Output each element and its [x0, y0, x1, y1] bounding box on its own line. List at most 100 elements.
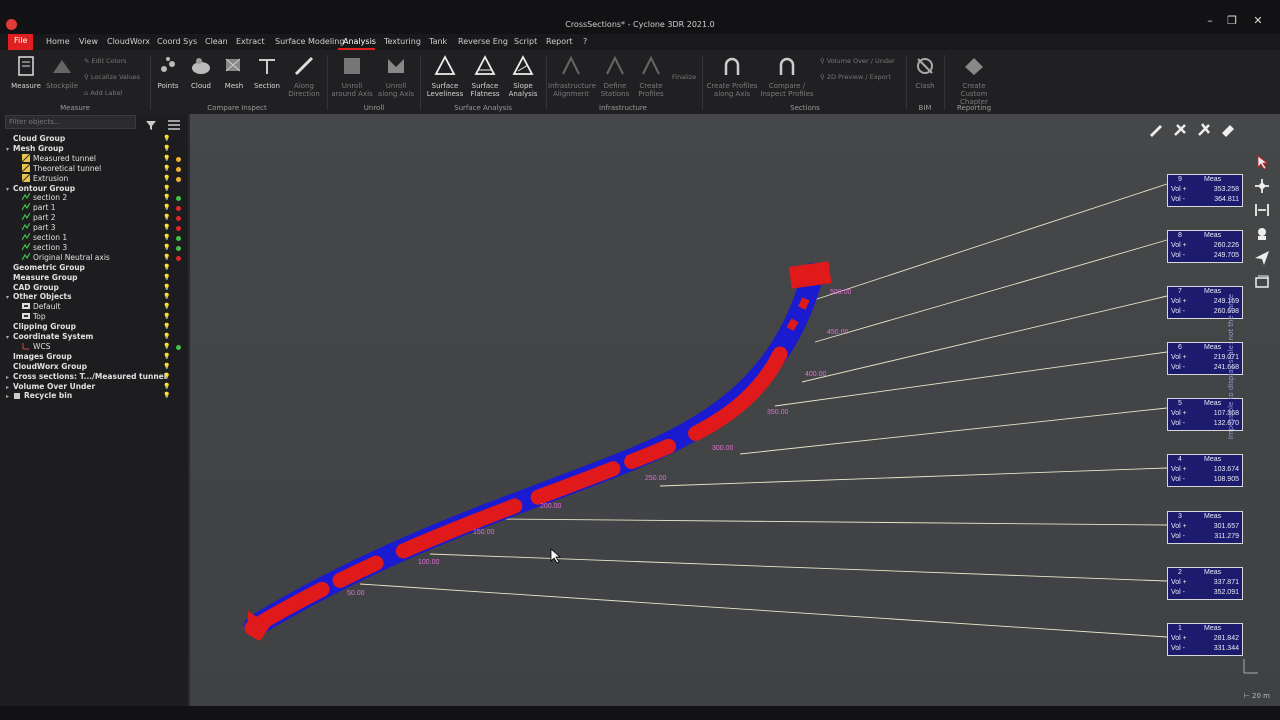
edit-tool-icon[interactable]	[1148, 121, 1164, 137]
visibility-bulb-icon[interactable]: 💡	[163, 383, 170, 390]
visibility-bulb-icon[interactable]: 💡	[163, 264, 170, 271]
create-profiles-button[interactable]: Create Profiles	[634, 55, 668, 98]
tree-item[interactable]: part 2	[22, 213, 56, 223]
measure-label-box[interactable]: 2 Meas Vol + 337.871 Vol - 352.091	[1167, 567, 1243, 600]
zoom-fit-icon[interactable]	[1254, 202, 1270, 218]
infrastructure-alignment-button[interactable]: Infrastructure Alignment	[548, 55, 596, 98]
tree-item[interactable]: section 1	[22, 233, 67, 243]
visibility-bulb-icon[interactable]: 💡	[163, 155, 170, 162]
minimize-button[interactable]: –	[1200, 14, 1220, 28]
menu-reverse-eng[interactable]: Reverse Eng	[458, 37, 508, 46]
visibility-bulb-icon[interactable]: 💡	[163, 274, 170, 281]
edit-colors-button[interactable]: ✎ Edit Colors	[84, 57, 127, 65]
tree-item[interactable]: Original Neutral axis	[22, 252, 110, 263]
2d-preview-export-button[interactable]: ⚲ 2D Preview / Export	[820, 73, 891, 81]
clip-tool-icon[interactable]	[1172, 121, 1188, 137]
filter-icon[interactable]	[145, 116, 157, 130]
tree-expand-icon[interactable]: ▾	[6, 145, 13, 155]
unroll-along-axis-button[interactable]: Unroll along Axis	[376, 55, 416, 98]
stockpile-button[interactable]: Stockpile	[46, 55, 78, 90]
tree-item[interactable]: WCS	[22, 342, 50, 352]
camera-tool-icon[interactable]	[1254, 226, 1270, 242]
measure-label-box[interactable]: 9 Meas Vol + 353.258 Vol - 364.811	[1167, 174, 1243, 207]
along-direction-button[interactable]: Along Direction	[286, 55, 322, 98]
3d-viewport[interactable]: 500.00 450.00 400.00 350.00 300.00 250.00 200.…	[190, 114, 1280, 706]
menu-surface-modeling[interactable]: Surface Modeling	[275, 37, 344, 46]
menu-clean[interactable]: Clean	[205, 37, 228, 46]
visibility-bulb-icon[interactable]: 💡	[163, 224, 170, 231]
tree-item[interactable]: section 3	[22, 242, 67, 253]
tree-item[interactable]: Extrusion	[22, 173, 68, 184]
create-profiles-along-axis-button[interactable]: Create Profiles along Axis	[706, 55, 758, 98]
filter-objects-input[interactable]	[5, 115, 136, 129]
define-stations-button[interactable]: Define Stations	[598, 55, 632, 98]
volume-over-under-button[interactable]: ⚲ Volume Over / Under	[820, 57, 895, 65]
menu-home[interactable]: Home	[46, 37, 70, 46]
visibility-bulb-icon[interactable]: 💡	[163, 353, 170, 360]
visibility-bulb-icon[interactable]: 💡	[163, 194, 170, 201]
surface-leveliness-button[interactable]: Surface Leveliness	[424, 55, 466, 98]
visibility-bulb-icon[interactable]: 💡	[163, 254, 170, 261]
tree-expand-icon[interactable]: ▾	[6, 185, 13, 195]
visibility-bulb-icon[interactable]: 💡	[163, 145, 170, 152]
tree-item[interactable]: Top	[22, 312, 46, 322]
tree-expand-icon[interactable]: ▾	[6, 293, 13, 303]
visibility-bulb-icon[interactable]: 💡	[163, 303, 170, 310]
tree-item[interactable]: CloudWorx Group	[6, 362, 87, 372]
measure-button[interactable]: Measure	[8, 55, 44, 90]
menu-tank[interactable]: Tank	[429, 37, 447, 46]
select-tool-icon[interactable]	[1254, 154, 1270, 170]
menu-script[interactable]: Script	[514, 37, 537, 46]
tree-item[interactable]: part 3	[22, 223, 56, 233]
maximize-button[interactable]: ❐	[1222, 14, 1242, 28]
pan-tool-icon[interactable]	[1254, 178, 1270, 194]
compare-points-button[interactable]: Points	[154, 55, 182, 90]
compare-section-button[interactable]: Section	[253, 55, 281, 90]
clash-button[interactable]: Clash	[910, 55, 940, 90]
visibility-bulb-icon[interactable]: 💡	[163, 373, 170, 380]
menu-extract[interactable]: Extract	[236, 37, 265, 46]
tree-item[interactable]: Measured tunnel	[22, 153, 96, 164]
tree-item[interactable]: Measure Group	[6, 273, 78, 283]
tree-item[interactable]: ▸ Volume Over Under	[6, 382, 95, 392]
visibility-bulb-icon[interactable]: 💡	[163, 313, 170, 320]
compare-inspect-profiles-button[interactable]: Compare / Inspect Profiles	[758, 55, 816, 98]
tree-item[interactable]: section 2	[22, 193, 67, 203]
menu-file[interactable]: File	[8, 34, 34, 50]
visibility-bulb-icon[interactable]: 💡	[163, 333, 170, 340]
tree-item[interactable]: part 1	[22, 203, 56, 213]
visibility-bulb-icon[interactable]: 💡	[163, 204, 170, 211]
menu-help[interactable]: ?	[583, 37, 587, 46]
measure-label-box[interactable]: 8 Meas Vol + 260.226 Vol - 249.705	[1167, 230, 1243, 263]
menu-texturing[interactable]: Texturing	[384, 37, 421, 46]
tree-menu-icon[interactable]	[167, 116, 181, 130]
layers-tool-icon[interactable]	[1254, 274, 1270, 290]
compare-cloud-button[interactable]: Cloud	[188, 55, 214, 90]
tree-expand-icon[interactable]: ▸	[6, 392, 13, 402]
slope-analysis-button[interactable]: Slope Analysis	[504, 55, 542, 98]
tree-item[interactable]: Cloud Group	[6, 134, 65, 144]
tree-item[interactable]: Geometric Group	[6, 263, 85, 273]
localize-values-button[interactable]: ⚲ Localize Values	[84, 73, 140, 81]
tree-item[interactable]: Theoretical tunnel	[22, 163, 101, 174]
close-button[interactable]: ✕	[1248, 14, 1268, 28]
tree-item[interactable]: ▾ Coordinate System	[6, 332, 93, 342]
menu-analysis[interactable]: Analysis	[343, 37, 376, 46]
visibility-bulb-icon[interactable]: 💡	[163, 323, 170, 330]
tree-item[interactable]: CAD Group	[6, 283, 59, 293]
add-label-button[interactable]: ⌂ Add Label	[84, 89, 122, 97]
measure-label-box[interactable]: 4 Meas Vol + 103.674 Vol - 108.905	[1167, 454, 1243, 487]
visibility-bulb-icon[interactable]: 💡	[163, 175, 170, 182]
tree-item[interactable]: ▾ Mesh Group	[6, 144, 64, 154]
tree-item[interactable]: Images Group	[6, 352, 72, 362]
segment-tool-icon[interactable]	[1196, 121, 1212, 137]
visibility-bulb-icon[interactable]: 💡	[163, 363, 170, 370]
tree-item[interactable]: Default	[22, 302, 60, 312]
tree-item[interactable]: ▾ Contour Group	[6, 184, 75, 194]
menu-coord-sys[interactable]: Coord Sys	[157, 37, 197, 46]
visibility-bulb-icon[interactable]: 💡	[163, 293, 170, 300]
menu-cloudworx[interactable]: CloudWorx	[107, 37, 150, 46]
3d-scene[interactable]: 500.00450.00400.00350.00300.00250.00200.…	[190, 114, 1280, 706]
compare-mesh-button[interactable]: Mesh	[221, 55, 247, 90]
menu-report[interactable]: Report	[546, 37, 573, 46]
